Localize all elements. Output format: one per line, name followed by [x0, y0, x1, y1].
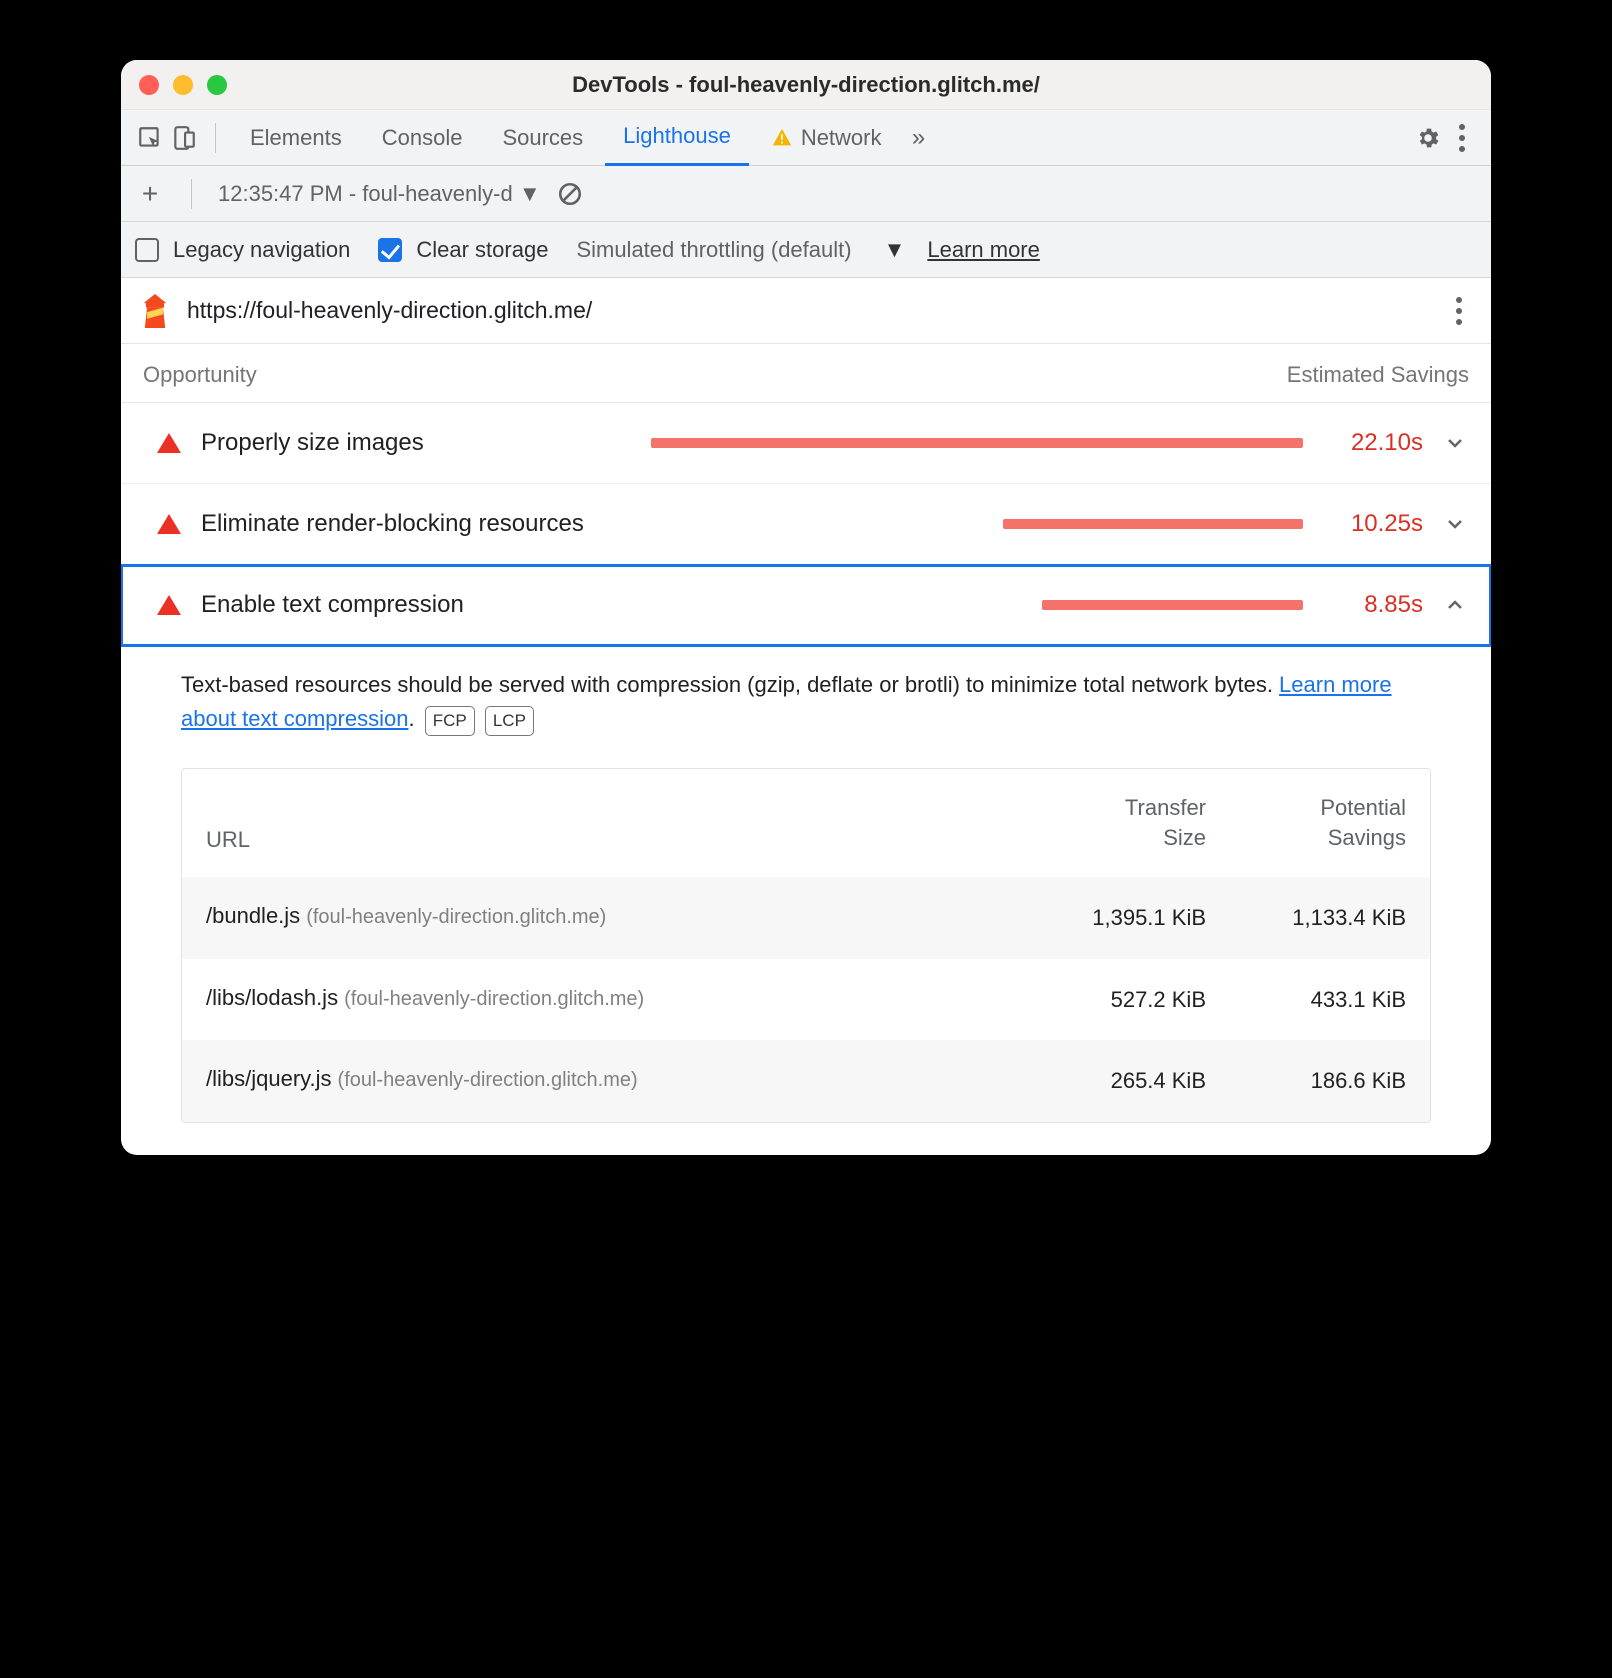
cell-transfer-size: 265.4 KiB — [1006, 1066, 1206, 1096]
col-opportunity: Opportunity — [143, 362, 257, 388]
desc-text: Text-based resources should be served wi… — [181, 672, 1279, 697]
window-title: DevTools - foul-heavenly-direction.glitc… — [121, 72, 1491, 98]
fail-triangle-icon — [157, 433, 181, 453]
savings-bar — [1042, 600, 1303, 610]
cell-potential-savings: 433.1 KiB — [1206, 985, 1406, 1015]
table-row: /bundle.js(foul-heavenly-direction.glitc… — [182, 877, 1430, 959]
opportunity-description: Text-based resources should be served wi… — [121, 646, 1491, 756]
divider — [215, 123, 216, 153]
desc-dot: . — [408, 706, 414, 731]
opportunity-label: Eliminate render-blocking resources — [201, 510, 631, 538]
tab-network[interactable]: Network — [753, 110, 900, 166]
table-row: /libs/jquery.js(foul-heavenly-direction.… — [182, 1040, 1430, 1122]
zoom-icon[interactable] — [207, 75, 227, 95]
learn-more-link[interactable]: Learn more — [927, 237, 1040, 263]
opportunity-time: 22.10s — [1323, 429, 1423, 457]
cell-potential-savings: 1,133.4 KiB — [1206, 903, 1406, 933]
divider — [191, 179, 192, 209]
cell-transfer-size: 527.2 KiB — [1006, 985, 1206, 1015]
opportunity-time: 8.85s — [1323, 591, 1423, 619]
more-tabs-icon[interactable]: » — [904, 123, 934, 153]
opportunity-label: Properly size images — [201, 429, 631, 457]
lighthouse-toolbar: + 12:35:47 PM - foul-heavenly-d ▼ — [121, 166, 1491, 222]
device-icon[interactable] — [169, 123, 199, 153]
opportunity-row[interactable]: Eliminate render-blocking resources 10.2… — [121, 484, 1491, 565]
tabs-bar: Elements Console Sources Lighthouse Netw… — [121, 110, 1491, 166]
opportunities-header: Opportunity Estimated Savings — [121, 344, 1491, 403]
opportunity-label: Enable text compression — [201, 591, 631, 619]
table-row: /libs/lodash.js(foul-heavenly-direction.… — [182, 959, 1430, 1041]
cell-url[interactable]: /bundle.js(foul-heavenly-direction.glitc… — [206, 903, 1006, 933]
clear-storage-checkbox[interactable] — [378, 238, 402, 262]
clear-storage-label: Clear storage — [416, 237, 548, 263]
savings-bar — [1003, 519, 1303, 529]
settings-row: Legacy navigation Clear storage Simulate… — [121, 222, 1491, 278]
gear-icon[interactable] — [1413, 123, 1443, 153]
col-potential-savings: PotentialSavings — [1206, 793, 1406, 852]
tab-lighthouse[interactable]: Lighthouse — [605, 110, 749, 166]
opportunity-row[interactable]: Enable text compression 8.85s — [121, 565, 1491, 646]
chevron-down-icon[interactable] — [1443, 512, 1469, 536]
fail-triangle-icon — [157, 514, 181, 534]
legacy-label: Legacy navigation — [173, 237, 350, 263]
fcp-badge: FCP — [425, 706, 475, 736]
titlebar: DevTools - foul-heavenly-direction.glitc… — [121, 60, 1491, 110]
table-header: URL TransferSize PotentialSavings — [182, 769, 1430, 876]
lighthouse-icon — [141, 294, 169, 328]
cell-url[interactable]: /libs/jquery.js(foul-heavenly-direction.… — [206, 1066, 1006, 1096]
tab-network-label: Network — [801, 125, 882, 151]
col-url: URL — [206, 827, 1006, 853]
clear-icon[interactable] — [555, 179, 585, 209]
lcp-badge: LCP — [485, 706, 534, 736]
devtools-window: DevTools - foul-heavenly-direction.glitc… — [121, 60, 1491, 1155]
chevron-down-icon[interactable] — [1443, 431, 1469, 455]
savings-bar — [651, 438, 1303, 448]
close-icon[interactable] — [139, 75, 159, 95]
minimize-icon[interactable] — [173, 75, 193, 95]
audited-url: https://foul-heavenly-direction.glitch.m… — [187, 297, 1429, 324]
tab-elements[interactable]: Elements — [232, 110, 360, 166]
cell-url[interactable]: /libs/lodash.js(foul-heavenly-direction.… — [206, 985, 1006, 1015]
tab-console[interactable]: Console — [364, 110, 481, 166]
new-report-button[interactable]: + — [135, 179, 165, 209]
opportunity-row[interactable]: Properly size images 22.10s — [121, 403, 1491, 484]
report-menu-icon[interactable] — [1447, 297, 1471, 325]
opportunity-time: 10.25s — [1323, 510, 1423, 538]
throttling-label: Simulated throttling (default) — [576, 237, 851, 263]
warning-icon — [771, 127, 793, 149]
resources-table: URL TransferSize PotentialSavings /bundl… — [181, 768, 1431, 1122]
throttling-caret-icon[interactable]: ▼ — [884, 237, 906, 263]
audited-url-row: https://foul-heavenly-direction.glitch.m… — [121, 278, 1491, 344]
inspect-icon[interactable] — [135, 123, 165, 153]
col-transfer-size: TransferSize — [1006, 793, 1206, 852]
fail-triangle-icon — [157, 595, 181, 615]
kebab-icon[interactable] — [1447, 123, 1477, 153]
traffic-lights — [139, 75, 227, 95]
legacy-checkbox[interactable] — [135, 238, 159, 262]
chevron-up-icon[interactable] — [1443, 593, 1469, 617]
cell-transfer-size: 1,395.1 KiB — [1006, 903, 1206, 933]
col-savings: Estimated Savings — [1287, 362, 1469, 388]
tab-sources[interactable]: Sources — [484, 110, 601, 166]
cell-potential-savings: 186.6 KiB — [1206, 1066, 1406, 1096]
report-dropdown[interactable]: 12:35:47 PM - foul-heavenly-d ▼ — [218, 181, 541, 207]
report-dropdown-label: 12:35:47 PM - foul-heavenly-d — [218, 181, 513, 206]
